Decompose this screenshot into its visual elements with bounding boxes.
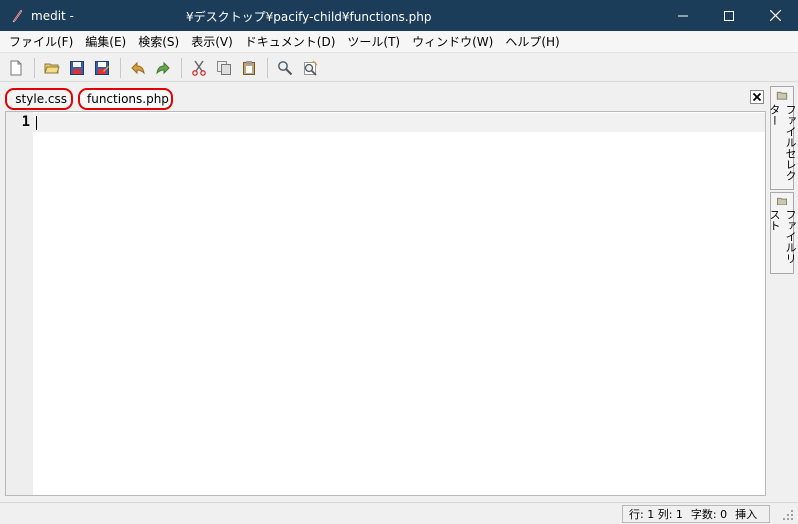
character-count: 字数: 0 bbox=[690, 508, 728, 521]
window-file-path: ¥デスクトップ¥pacify-child¥functions.php bbox=[186, 10, 432, 24]
medit-app-icon bbox=[9, 8, 25, 24]
save-button[interactable] bbox=[66, 57, 88, 79]
open-folder-icon bbox=[44, 63, 60, 73]
toolbar-separator bbox=[181, 57, 182, 78]
maximize-icon bbox=[724, 10, 734, 21]
copy-button[interactable] bbox=[213, 57, 235, 79]
toolbar-separator bbox=[267, 57, 268, 78]
tab-label: style.css bbox=[15, 92, 67, 106]
window-title: medit - bbox=[31, 8, 74, 23]
tab-functions-php[interactable]: functions.php bbox=[78, 88, 173, 110]
new-document-button[interactable] bbox=[5, 57, 27, 79]
maximize-button[interactable] bbox=[706, 0, 752, 31]
side-tab-file-list[interactable]: ファイルリスト bbox=[768, 192, 797, 274]
menu-document[interactable]: ドキュメント(D) bbox=[239, 31, 342, 53]
menu-tools[interactable]: ツール(T) bbox=[341, 31, 406, 53]
close-icon bbox=[769, 10, 781, 21]
text-caret bbox=[36, 116, 37, 130]
toolbar-separator bbox=[34, 57, 35, 78]
menu-edit[interactable]: 編集(E) bbox=[79, 31, 132, 53]
tab-style-css[interactable]: style.css bbox=[5, 88, 73, 110]
redo-button[interactable] bbox=[152, 57, 174, 79]
close-icon bbox=[753, 93, 761, 101]
find-replace-button[interactable] bbox=[299, 57, 321, 79]
menu-help[interactable]: ヘルプ(H) bbox=[499, 31, 565, 53]
status-bar: 行: 1 列: 1 字数: 0 挿入 bbox=[0, 502, 798, 524]
minimize-icon bbox=[678, 15, 688, 16]
line-number: 1 bbox=[21, 114, 30, 130]
title-bar: medit - ¥デスクトップ¥pacify-child¥functions.p… bbox=[0, 0, 798, 31]
close-tab-button[interactable] bbox=[750, 90, 764, 104]
save-icon bbox=[70, 60, 84, 75]
open-button[interactable] bbox=[41, 57, 63, 79]
menu-view[interactable]: 表示(V) bbox=[185, 31, 239, 53]
resize-grip-icon[interactable] bbox=[782, 509, 794, 521]
find-button[interactable] bbox=[274, 57, 296, 79]
minimize-button[interactable] bbox=[660, 0, 706, 31]
cut-button[interactable] bbox=[188, 57, 210, 79]
menu-file[interactable]: ファイル(F) bbox=[3, 31, 79, 53]
new-document-icon bbox=[10, 60, 22, 75]
paste-button[interactable] bbox=[238, 57, 260, 79]
side-tab-label: ファイルセレクター bbox=[768, 103, 797, 181]
menu-bar: ファイル(F) 編集(E) 検索(S) 表示(V) ドキュメント(D) ツール(… bbox=[0, 31, 798, 53]
line-number-gutter: 1 bbox=[6, 112, 33, 495]
side-tab-label: ファイルリスト bbox=[768, 209, 797, 265]
undo-icon bbox=[131, 61, 145, 75]
tab-label: functions.php bbox=[87, 92, 169, 106]
paste-icon bbox=[243, 60, 255, 75]
menu-search[interactable]: 検索(S) bbox=[132, 31, 185, 53]
current-line-highlight bbox=[33, 113, 765, 132]
text-editor[interactable]: 1 bbox=[5, 111, 766, 496]
folder-icon bbox=[777, 197, 787, 206]
document-icon bbox=[11, 98, 13, 100]
find-icon bbox=[278, 60, 293, 75]
save-as-button[interactable] bbox=[91, 57, 113, 79]
cursor-position: 行: 1 列: 1 bbox=[629, 508, 683, 521]
find-replace-icon bbox=[304, 59, 318, 76]
cut-icon bbox=[192, 60, 206, 76]
toolbar-separator bbox=[120, 57, 121, 78]
save-as-icon bbox=[95, 60, 109, 75]
undo-button[interactable] bbox=[127, 57, 149, 79]
side-panel: ファイルセレクター ファイルリスト bbox=[768, 84, 798, 502]
copy-icon bbox=[217, 60, 231, 75]
menu-window[interactable]: ウィンドウ(W) bbox=[406, 31, 499, 53]
redo-icon bbox=[156, 61, 170, 75]
side-tab-file-selector[interactable]: ファイルセレクター bbox=[768, 86, 797, 190]
input-mode: 挿入 bbox=[735, 508, 758, 521]
close-window-button[interactable] bbox=[752, 0, 798, 31]
folder-icon bbox=[776, 91, 788, 100]
toolbar bbox=[0, 54, 798, 82]
document-tab-strip: style.css functions.php bbox=[0, 86, 767, 110]
status-info: 行: 1 列: 1 字数: 0 挿入 bbox=[622, 505, 770, 523]
